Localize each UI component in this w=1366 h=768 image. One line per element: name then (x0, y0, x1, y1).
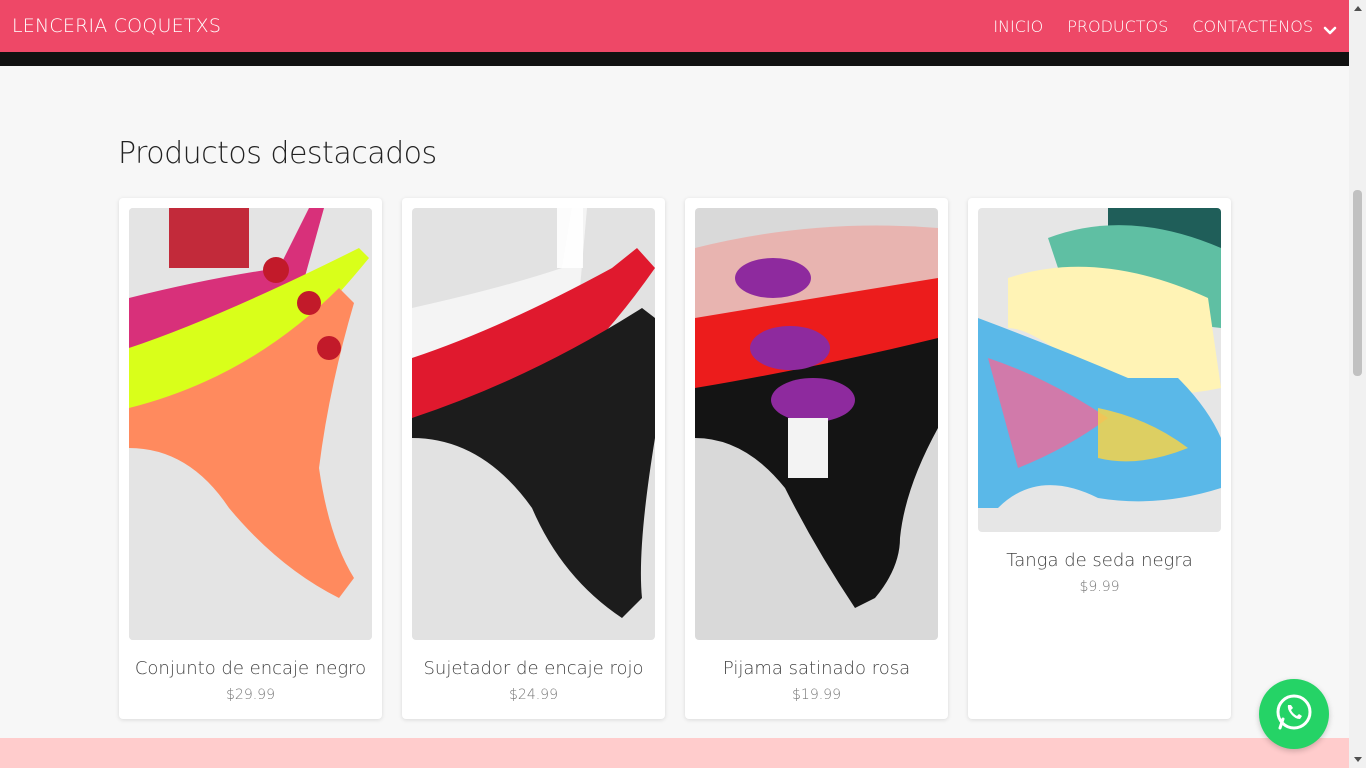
vertical-scrollbar[interactable] (1349, 0, 1366, 768)
chevron-down-icon (1323, 21, 1337, 35)
scroll-up-arrow-icon[interactable] (1349, 0, 1366, 17)
product-price: $9.99 (1079, 579, 1120, 595)
product-name[interactable]: Pijama satinado rosa (685, 658, 948, 679)
product-card[interactable]: Pijama satinado rosa $19.99 (685, 198, 948, 719)
product-image[interactable] (412, 208, 655, 640)
section-title: Productos destacados (118, 136, 437, 171)
product-image[interactable] (695, 208, 938, 640)
nav-contactenos-label: CONTACTENOS (1192, 16, 1313, 36)
product-price: $19.99 (792, 687, 841, 703)
hero-bottom-edge (0, 52, 1349, 66)
product-name[interactable]: Sujetador de encaje rojo (402, 658, 665, 679)
scroll-down-arrow-icon[interactable] (1349, 751, 1366, 768)
footer-band (0, 738, 1349, 768)
nav-inicio[interactable]: INICIO (993, 17, 1043, 36)
product-card[interactable]: Sujetador de encaje rojo $24.99 (402, 198, 665, 719)
nav-contactenos-dropdown[interactable]: CONTACTENOS (1192, 17, 1337, 36)
product-image[interactable] (978, 208, 1221, 532)
whatsapp-button[interactable] (1259, 679, 1329, 749)
product-card[interactable]: Tanga de seda negra $9.99 (968, 198, 1231, 719)
product-image[interactable] (129, 208, 372, 640)
product-name[interactable]: Conjunto de encaje negro (119, 658, 382, 679)
nav-links: INICIO PRODUCTOS CONTACTENOS (969, 0, 1337, 52)
whatsapp-icon (1274, 692, 1314, 736)
brand-logo[interactable]: LENCERIA COQUETXS (12, 15, 221, 37)
nav-productos[interactable]: PRODUCTOS (1067, 17, 1168, 36)
product-price: $24.99 (509, 687, 558, 703)
navbar: LENCERIA COQUETXS INICIO PRODUCTOS CONTA… (0, 0, 1349, 52)
scrollbar-thumb[interactable] (1353, 190, 1362, 376)
product-card[interactable]: Conjunto de encaje negro $29.99 (119, 198, 382, 719)
product-name[interactable]: Tanga de seda negra (968, 550, 1231, 571)
product-price: $29.99 (226, 687, 275, 703)
